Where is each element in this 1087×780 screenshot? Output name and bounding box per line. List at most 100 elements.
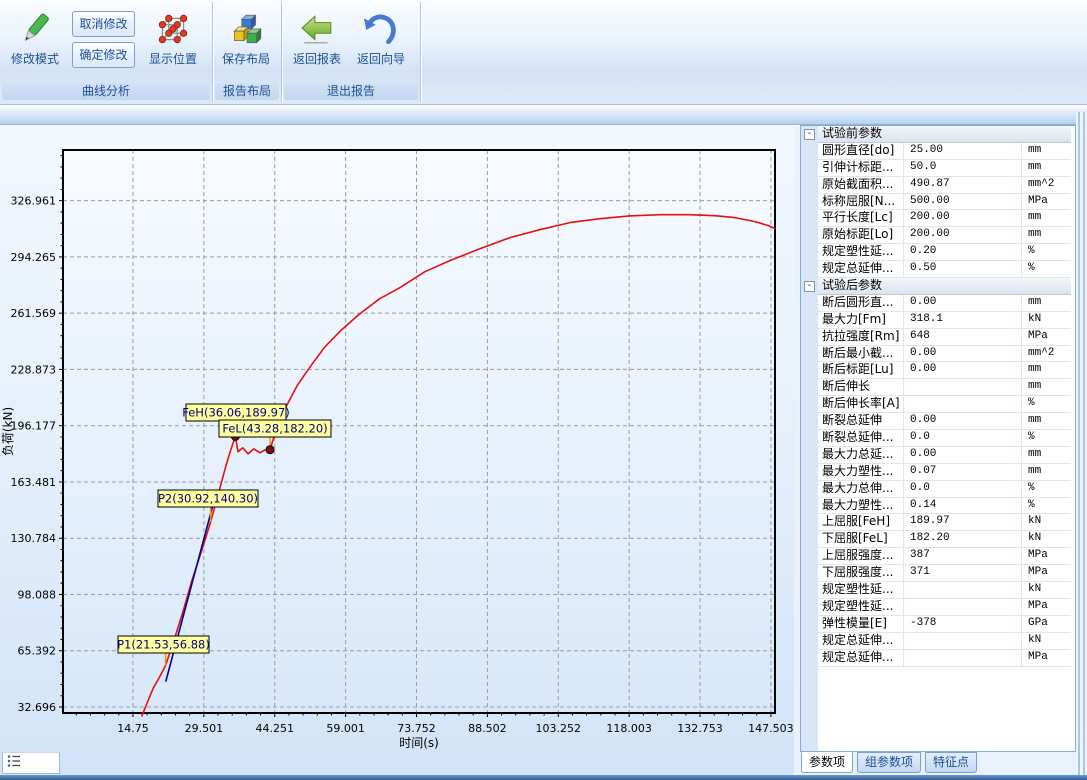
param-row[interactable]: 规定总延伸...0.50% [818,261,1071,278]
param-value[interactable]: 0.00 [904,295,1022,311]
param-value[interactable]: 371 [904,565,1022,581]
param-row[interactable]: 断裂总延伸0.00mm [818,413,1071,430]
param-value[interactable] [904,379,1022,395]
param-value[interactable]: 0.0 [904,481,1022,497]
param-label: 最大力总延... [818,447,904,463]
param-row[interactable]: 标称屈服[N...500.00MPa [818,194,1071,211]
vertical-splitter[interactable] [1076,112,1087,775]
param-value[interactable]: 500.00 [904,194,1022,210]
param-row[interactable]: 引伸计标距...50.0mm [818,160,1071,177]
param-row[interactable]: 上屈服强度...387MPa [818,548,1071,565]
param-row[interactable]: 原始标距[Lo]200.00mm [818,227,1071,244]
group-label-curve-analysis: 曲线分析 [2,83,210,100]
param-label: 规定总延伸... [818,261,904,277]
param-value[interactable]: 648 [904,329,1022,345]
param-row[interactable]: 断后伸长率[A]% [818,396,1071,413]
param-value[interactable]: 0.20 [904,244,1022,260]
param-row[interactable]: 断裂总延伸...0.0% [818,430,1071,447]
cubes-icon [217,7,275,52]
param-row[interactable]: 最大力塑性...0.14% [818,498,1071,515]
save-layout-label: 保存布局 [217,52,275,66]
param-value[interactable]: 0.14 [904,498,1022,514]
param-row[interactable]: 规定塑性延...0.20% [818,244,1071,261]
param-value[interactable] [904,650,1022,666]
param-label: 规定塑性延... [818,244,904,260]
param-row[interactable]: 最大力总伸...0.0% [818,481,1071,498]
param-label: 上屈服[FeH] [818,514,904,530]
param-unit: mm [1022,362,1071,378]
param-value[interactable]: 200.00 [904,210,1022,226]
annotation-label: FeH(36.06,189.97) [182,406,290,420]
param-value[interactable] [904,633,1022,649]
tab-组参数项[interactable]: 组参数项 [857,752,921,773]
x-tick-label: 147.503 [748,722,794,735]
y-tick-label: 65.392 [18,645,57,658]
param-row[interactable]: 规定总延伸...kN [818,633,1071,650]
param-unit: MPa [1022,599,1071,615]
param-value[interactable]: 50.0 [904,160,1022,176]
param-value[interactable]: -378 [904,616,1022,632]
param-row[interactable]: 抗拉强度[Rm]648MPa [818,329,1071,346]
group-label-exit-report: 退出报告 [284,83,418,100]
param-label: 圆形直径[do] [818,143,904,159]
param-label: 规定总延伸... [818,633,904,649]
tab-参数项[interactable]: 参数项 [801,752,853,773]
param-unit: MPa [1022,565,1071,581]
lattice-icon [144,7,202,52]
collapse-icon[interactable]: - [804,281,815,292]
param-value[interactable]: 0.50 [904,261,1022,277]
param-row[interactable]: 下屈服强度...371MPa [818,565,1071,582]
param-row[interactable]: 规定总延伸...MPa [818,650,1071,667]
param-value[interactable]: 0.00 [904,346,1022,362]
param-value[interactable]: 387 [904,548,1022,564]
curve-list-tab[interactable] [2,752,60,774]
param-value[interactable]: 0.07 [904,464,1022,480]
param-value[interactable] [904,599,1022,615]
param-row[interactable]: 最大力[Fm]318.1kN [818,312,1071,329]
param-row[interactable]: 断后圆形直...0.00mm [818,295,1071,312]
param-value[interactable]: 0.00 [904,413,1022,429]
param-row[interactable]: 弹性模量[E]-378GPa [818,616,1071,633]
save-layout-button[interactable]: 保存布局 [217,7,275,81]
param-value[interactable]: 318.1 [904,312,1022,328]
param-row[interactable]: 平行长度[Lc]200.00mm [818,210,1071,227]
param-value[interactable] [904,582,1022,598]
param-row[interactable]: 下屈服[FeL]182.20kN [818,531,1071,548]
tab-特征点[interactable]: 特征点 [925,752,977,773]
confirm-modify-button[interactable]: 确定修改 [72,42,135,68]
param-value[interactable]: 25.00 [904,143,1022,159]
return-wizard-button[interactable]: 返回向导 [352,7,410,81]
param-value[interactable] [904,396,1022,412]
param-value[interactable]: 200.00 [904,227,1022,243]
param-unit: mm [1022,210,1071,226]
param-value[interactable]: 490.87 [904,177,1022,193]
x-tick-label: 59.001 [326,722,365,735]
param-value[interactable]: 189.97 [904,514,1022,530]
app-window: 修改模式 取消修改 确定修改 [0,0,1087,780]
param-unit: mm^2 [1022,346,1071,362]
collapse-icon[interactable]: - [804,129,815,140]
param-value[interactable]: 182.20 [904,531,1022,547]
param-row[interactable]: 规定塑性延...MPa [818,599,1071,616]
return-report-button[interactable]: 返回报表 [288,7,346,81]
ribbon-toolbar: 修改模式 取消修改 确定修改 [0,0,1087,105]
y-tick-label: 163.481 [11,476,57,489]
param-row[interactable]: 规定塑性延...kN [818,582,1071,599]
param-value[interactable]: 0.0 [904,430,1022,446]
param-value[interactable]: 0.00 [904,362,1022,378]
cancel-modify-button[interactable]: 取消修改 [72,11,135,37]
modify-mode-button[interactable]: 修改模式 [6,7,64,81]
param-row[interactable]: 最大力塑性...0.07mm [818,464,1071,481]
param-row[interactable]: 断后伸长mm [818,379,1071,396]
chart-region[interactable]: 14.7529.50144.25159.00173.75288.502103.2… [0,125,794,775]
param-row[interactable]: 最大力总延...0.00mm [818,447,1071,464]
param-row[interactable]: 断后标距[Lu]0.00mm [818,362,1071,379]
param-value[interactable]: 0.00 [904,447,1022,463]
param-row[interactable]: 上屈服[FeH]189.97kN [818,514,1071,531]
param-row[interactable]: 圆形直径[do]25.00mm [818,143,1071,160]
param-row[interactable]: 断后最小截...0.00mm^2 [818,346,1071,363]
param-row[interactable]: 原始截面积...490.87mm^2 [818,177,1071,194]
param-label: 断后标距[Lu] [818,362,904,378]
param-unit: % [1022,396,1071,412]
show-position-button[interactable]: 显示位置 [144,7,202,81]
